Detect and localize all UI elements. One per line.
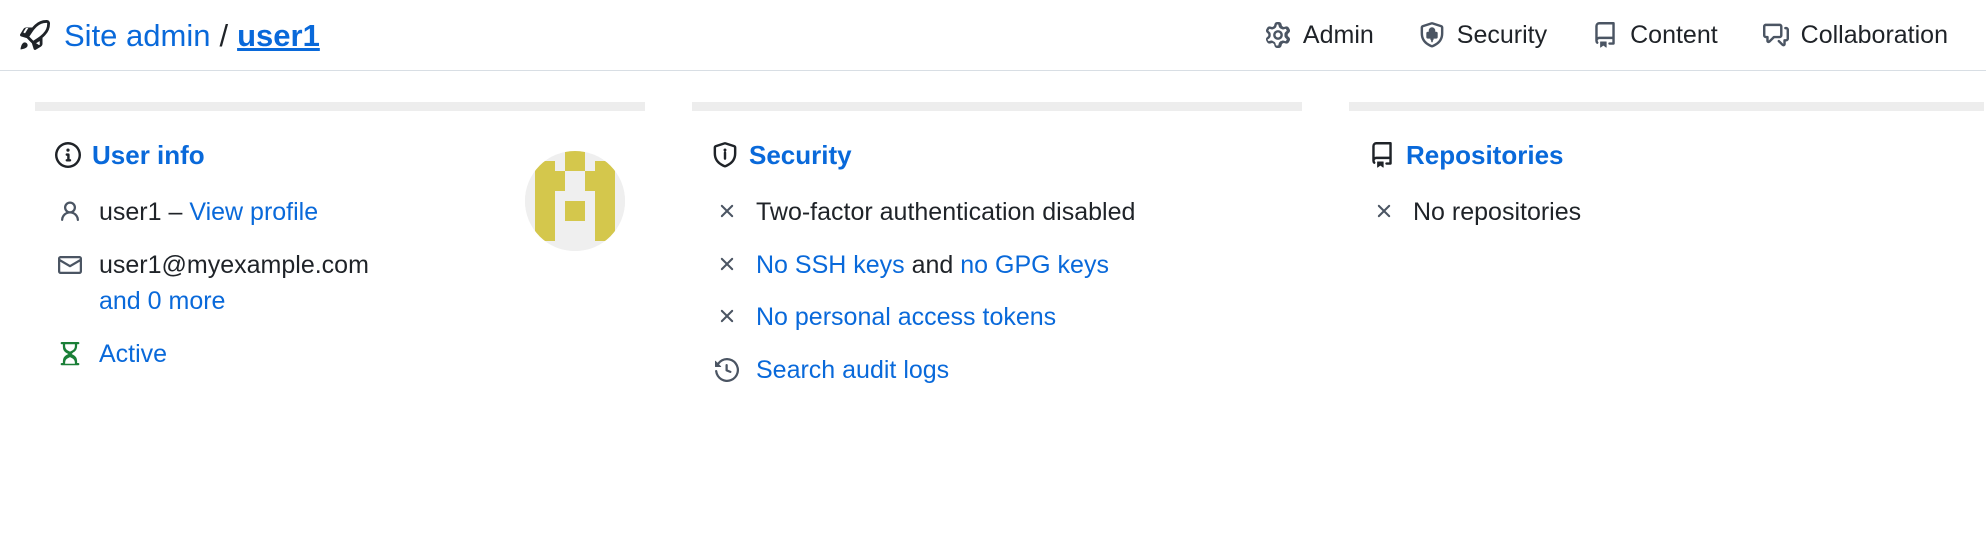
username-row-text: user1 – View profile: [99, 195, 318, 230]
card-title-text: Repositories: [1406, 140, 1564, 170]
list-item-audit-logs: Search audit logs: [692, 344, 1302, 397]
card-header-bar: [692, 102, 1302, 111]
header-nav: Admin Security Content Collaboration: [1265, 21, 1948, 50]
x-icon: [714, 195, 740, 222]
card-security: Security Two-factor authentication disab…: [692, 102, 1302, 396]
card-title-text: Security: [749, 140, 852, 170]
nav-item-label: Collaboration: [1800, 20, 1948, 49]
person-icon: [57, 195, 83, 224]
rocket-icon: [20, 20, 50, 50]
card-header-bar: [1349, 102, 1984, 111]
breadcrumb-separator: /: [219, 17, 229, 53]
username-dash: –: [168, 198, 183, 226]
two-factor-text: Two-factor authentication disabled: [756, 198, 1136, 226]
breadcrumb-site-admin-link[interactable]: Site admin: [64, 20, 210, 51]
card-header-bar: [35, 102, 645, 111]
list-item-status: Active: [35, 328, 645, 381]
list-item-two-factor: Two-factor authentication disabled: [692, 186, 1302, 239]
comment-discussion-icon: [1762, 22, 1789, 48]
nav-item-collaboration[interactable]: Collaboration: [1762, 20, 1948, 50]
mail-icon: [57, 248, 83, 277]
card-title-repositories: Repositories: [1369, 142, 1984, 168]
card-title-security: Security: [712, 142, 1302, 168]
shield-lock-icon: [1419, 22, 1445, 48]
hourglass-icon: [57, 337, 83, 366]
no-repositories-text: No repositories: [1413, 198, 1582, 226]
status-badge[interactable]: Active: [99, 340, 167, 368]
status-row-text: Active: [99, 337, 167, 372]
security-list: Two-factor authentication disabled No SS…: [692, 186, 1302, 396]
view-profile-link[interactable]: View profile: [189, 198, 318, 226]
nav-item-label: Admin: [1302, 20, 1374, 49]
username-value: user1: [99, 198, 162, 226]
email-row-text: user1@myexample.com and 0 more: [99, 248, 369, 319]
x-icon: [714, 248, 740, 275]
breadcrumb: Site admin / user1: [20, 20, 320, 51]
breadcrumb-current-user[interactable]: user1: [237, 20, 320, 51]
repo-icon: [1369, 142, 1395, 168]
and-more-emails-link[interactable]: and 0 more: [99, 284, 369, 319]
nav-item-content[interactable]: Content: [1592, 21, 1718, 50]
nav-item-label: Content: [1630, 20, 1718, 49]
nav-item-security[interactable]: Security: [1419, 21, 1547, 50]
site-header: Site admin / user1 Admin Security Conten…: [0, 0, 1986, 71]
gear-icon: [1265, 22, 1291, 48]
list-item-tokens: No personal access tokens: [692, 291, 1302, 344]
x-icon: [1371, 195, 1397, 222]
x-icon: [714, 300, 740, 327]
user-avatar[interactable]: [525, 151, 625, 251]
ssh-keys-link[interactable]: No SSH keys: [756, 251, 905, 279]
nav-item-admin[interactable]: Admin: [1265, 21, 1374, 50]
search-audit-logs-link[interactable]: Search audit logs: [756, 356, 949, 384]
book-icon: [1592, 22, 1618, 48]
card-title-text: User info: [92, 140, 205, 170]
card-user-info: User info user1 – View profile user1@mye…: [35, 102, 645, 380]
list-item-no-repositories: No repositories: [1349, 186, 1984, 239]
repositories-list: No repositories: [1349, 186, 1984, 239]
info-icon: [55, 142, 81, 168]
history-icon: [714, 353, 740, 382]
nav-item-label: Security: [1456, 20, 1548, 49]
email-value: user1@myexample.com: [99, 250, 369, 279]
keys-row-text: No SSH keys and no GPG keys: [756, 248, 1109, 283]
card-repositories: Repositories No repositories: [1349, 102, 1984, 239]
list-item-email: user1@myexample.com and 0 more: [35, 239, 645, 328]
audit-logs-row-text: Search audit logs: [756, 353, 949, 388]
gpg-keys-link[interactable]: no GPG keys: [960, 251, 1109, 279]
personal-access-tokens-link[interactable]: No personal access tokens: [756, 303, 1056, 331]
list-item-keys: No SSH keys and no GPG keys: [692, 239, 1302, 292]
shield-lock-icon: [712, 142, 738, 168]
tokens-row-text: No personal access tokens: [756, 300, 1056, 335]
keys-conjunction: and: [904, 250, 961, 279]
cards-row: User info user1 – View profile user1@mye…: [0, 71, 1986, 396]
